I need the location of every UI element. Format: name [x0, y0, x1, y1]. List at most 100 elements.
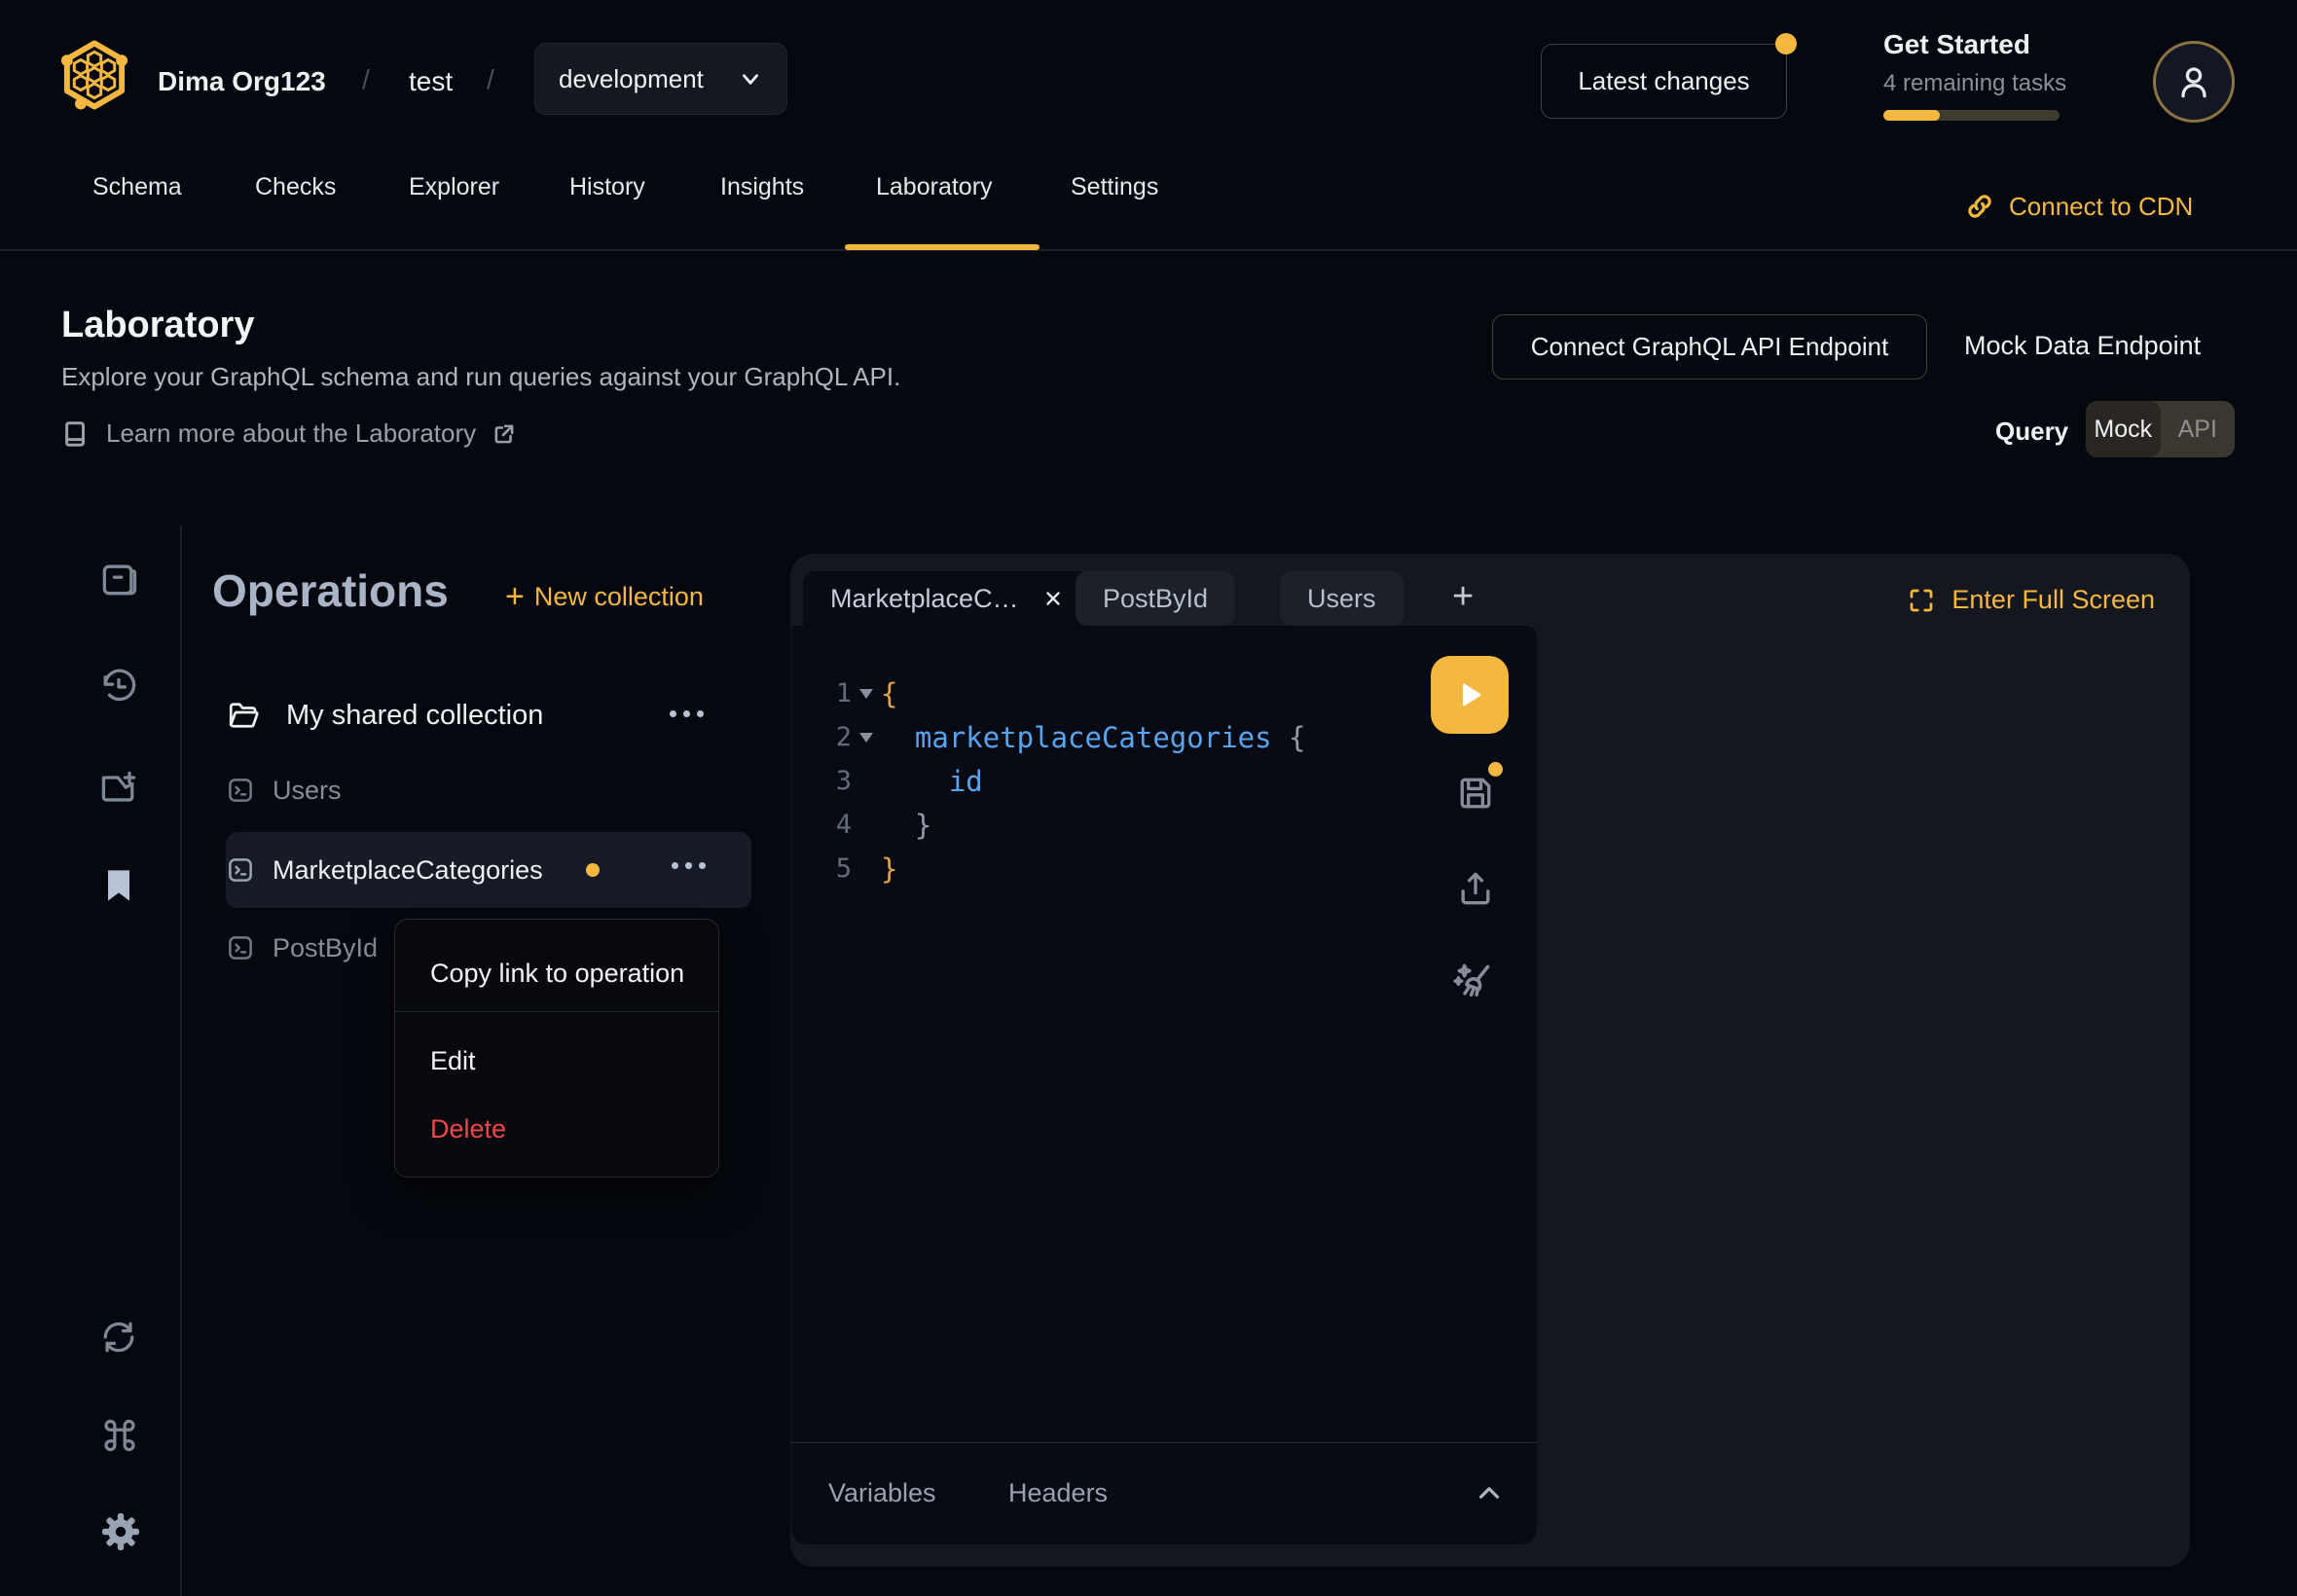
tab-settings[interactable]: Settings: [1071, 125, 1158, 249]
connect-graphql-endpoint-button[interactable]: Connect GraphQL API Endpoint: [1492, 314, 1927, 380]
operations-title: Operations: [212, 564, 449, 617]
tab-schema[interactable]: Schema: [92, 125, 182, 249]
connect-to-cdn-label: Connect to CDN: [2009, 192, 2193, 222]
operation-terminal-icon: [226, 933, 255, 962]
tab-checks[interactable]: Checks: [255, 125, 336, 249]
line-number: 5: [819, 853, 852, 884]
fullscreen-corners-icon: [1907, 586, 1936, 615]
operation-item-marketplacecategories[interactable]: MarketplaceCategories: [226, 843, 751, 897]
editor-bottom-bar: Variables Headers: [791, 1442, 1537, 1544]
rail-divider: [180, 526, 182, 1596]
tab-explorer[interactable]: Explorer: [409, 125, 499, 249]
editor-tab-marketplace[interactable]: MarketplaceC…: [803, 571, 1091, 626]
code-line: 2 marketplaceCategories {: [819, 715, 1306, 759]
operation-label: PostById: [273, 933, 378, 963]
learn-more-link[interactable]: Learn more about the Laboratory: [61, 418, 517, 449]
settings-gear-icon[interactable]: [97, 1508, 140, 1551]
external-link-icon: [492, 421, 517, 447]
editor-tab-label: Users: [1307, 584, 1376, 614]
breadcrumb-separator: /: [362, 64, 370, 95]
main-nav: Schema Checks Explorer History Insights …: [0, 125, 2297, 251]
link-icon: [1964, 191, 1995, 222]
page-title: Laboratory: [61, 305, 254, 346]
variables-tab[interactable]: Variables: [828, 1478, 936, 1508]
folder-open-icon: [226, 698, 261, 733]
get-started-subtitle: 4 remaining tasks: [1883, 70, 2066, 97]
fullscreen-label: Enter Full Screen: [1951, 585, 2155, 615]
book-icon: [61, 419, 91, 449]
line-number: 4: [819, 810, 852, 840]
operation-context-menu: Copy link to operation Edit Delete: [394, 919, 719, 1178]
history-clock-icon[interactable]: [97, 665, 140, 707]
breadcrumb-org[interactable]: Dima Org123: [158, 66, 326, 97]
toggle-option-api[interactable]: API: [2161, 401, 2236, 457]
breadcrumb-project[interactable]: test: [409, 66, 453, 97]
fold-arrow-icon[interactable]: [852, 733, 881, 743]
chevron-down-icon: [738, 66, 763, 91]
breadcrumb-separator: /: [487, 64, 494, 95]
operation-terminal-icon: [226, 855, 255, 885]
menu-item-edit[interactable]: Edit: [430, 1046, 476, 1076]
progress-fill: [1883, 110, 1940, 121]
operation-terminal-icon: [226, 776, 255, 805]
code-line: 5 }: [819, 847, 897, 890]
code-line: 3 id: [819, 759, 983, 803]
environment-dropdown[interactable]: development: [534, 43, 787, 115]
folder-add-icon[interactable]: [97, 767, 140, 810]
editor-tab-label: PostById: [1103, 584, 1208, 614]
code-token: id: [881, 765, 983, 798]
command-key-icon[interactable]: [97, 1413, 140, 1456]
add-tab-button[interactable]: +: [1452, 577, 1474, 616]
connect-to-cdn-link[interactable]: Connect to CDN: [1964, 191, 2193, 222]
line-number: 1: [819, 678, 852, 708]
notification-dot: [1775, 33, 1797, 54]
tab-laboratory[interactable]: Laboratory: [876, 125, 993, 249]
line-number: 2: [819, 722, 852, 752]
code-line: 4 }: [819, 803, 931, 847]
menu-divider: [395, 1011, 718, 1012]
new-collection-label: New collection: [534, 582, 704, 612]
hive-logo-icon[interactable]: [58, 39, 130, 111]
new-collection-button[interactable]: + New collection: [505, 580, 704, 613]
menu-item-delete[interactable]: Delete: [430, 1114, 506, 1144]
user-avatar[interactable]: [2153, 41, 2235, 123]
active-tab-underline: [845, 244, 1039, 250]
headers-tab[interactable]: Headers: [1008, 1478, 1108, 1508]
unsaved-dot: [586, 863, 600, 877]
share-operation-icon[interactable]: [1454, 867, 1497, 910]
line-number: 3: [819, 766, 852, 796]
page-description: Explore your GraphQL schema and run quer…: [61, 362, 900, 392]
mock-data-endpoint-button[interactable]: Mock Data Endpoint: [1964, 331, 2201, 361]
operation-item-users[interactable]: Users: [226, 763, 751, 817]
collection-menu-button[interactable]: [670, 710, 704, 717]
sync-icon[interactable]: [97, 1316, 140, 1359]
save-icon[interactable]: [1454, 772, 1497, 815]
menu-item-copy-link[interactable]: Copy link to operation: [430, 959, 684, 989]
get-started-title[interactable]: Get Started: [1883, 29, 2030, 60]
tab-history[interactable]: History: [569, 125, 645, 249]
chevron-up-icon[interactable]: [1473, 1476, 1506, 1509]
editor-tab-label: MarketplaceC…: [830, 584, 1019, 614]
run-query-button[interactable]: [1431, 656, 1509, 734]
code-token: marketplaceCategories: [881, 721, 1272, 754]
fold-arrow-icon[interactable]: [852, 689, 881, 699]
prettify-broom-icon[interactable]: [1449, 957, 1498, 1005]
editor-tab-users[interactable]: Users: [1280, 571, 1404, 626]
toggle-option-mock[interactable]: Mock: [2086, 401, 2161, 457]
bookmark-icon[interactable]: [97, 864, 140, 907]
unsaved-dot: [1488, 762, 1503, 777]
operations-archive-icon[interactable]: [97, 558, 140, 600]
code-token: {: [1272, 721, 1306, 754]
tab-insights[interactable]: Insights: [720, 125, 804, 249]
laboratory-editor-panel: MarketplaceC… PostById Users + Enter Ful…: [790, 554, 2190, 1567]
code-token: {: [881, 677, 897, 710]
enter-fullscreen-button[interactable]: Enter Full Screen: [1907, 585, 2155, 615]
latest-changes-button[interactable]: Latest changes: [1541, 44, 1787, 119]
operation-label: Users: [273, 776, 342, 806]
close-icon[interactable]: [1042, 588, 1064, 609]
learn-more-label: Learn more about the Laboratory: [106, 418, 476, 449]
query-editor[interactable]: 1 { 2 marketplaceCategories { 3 id 4 }: [791, 626, 1537, 1544]
operation-menu-button[interactable]: [672, 862, 706, 869]
editor-tab-postbyid[interactable]: PostById: [1076, 571, 1235, 626]
code-token: }: [881, 852, 897, 886]
